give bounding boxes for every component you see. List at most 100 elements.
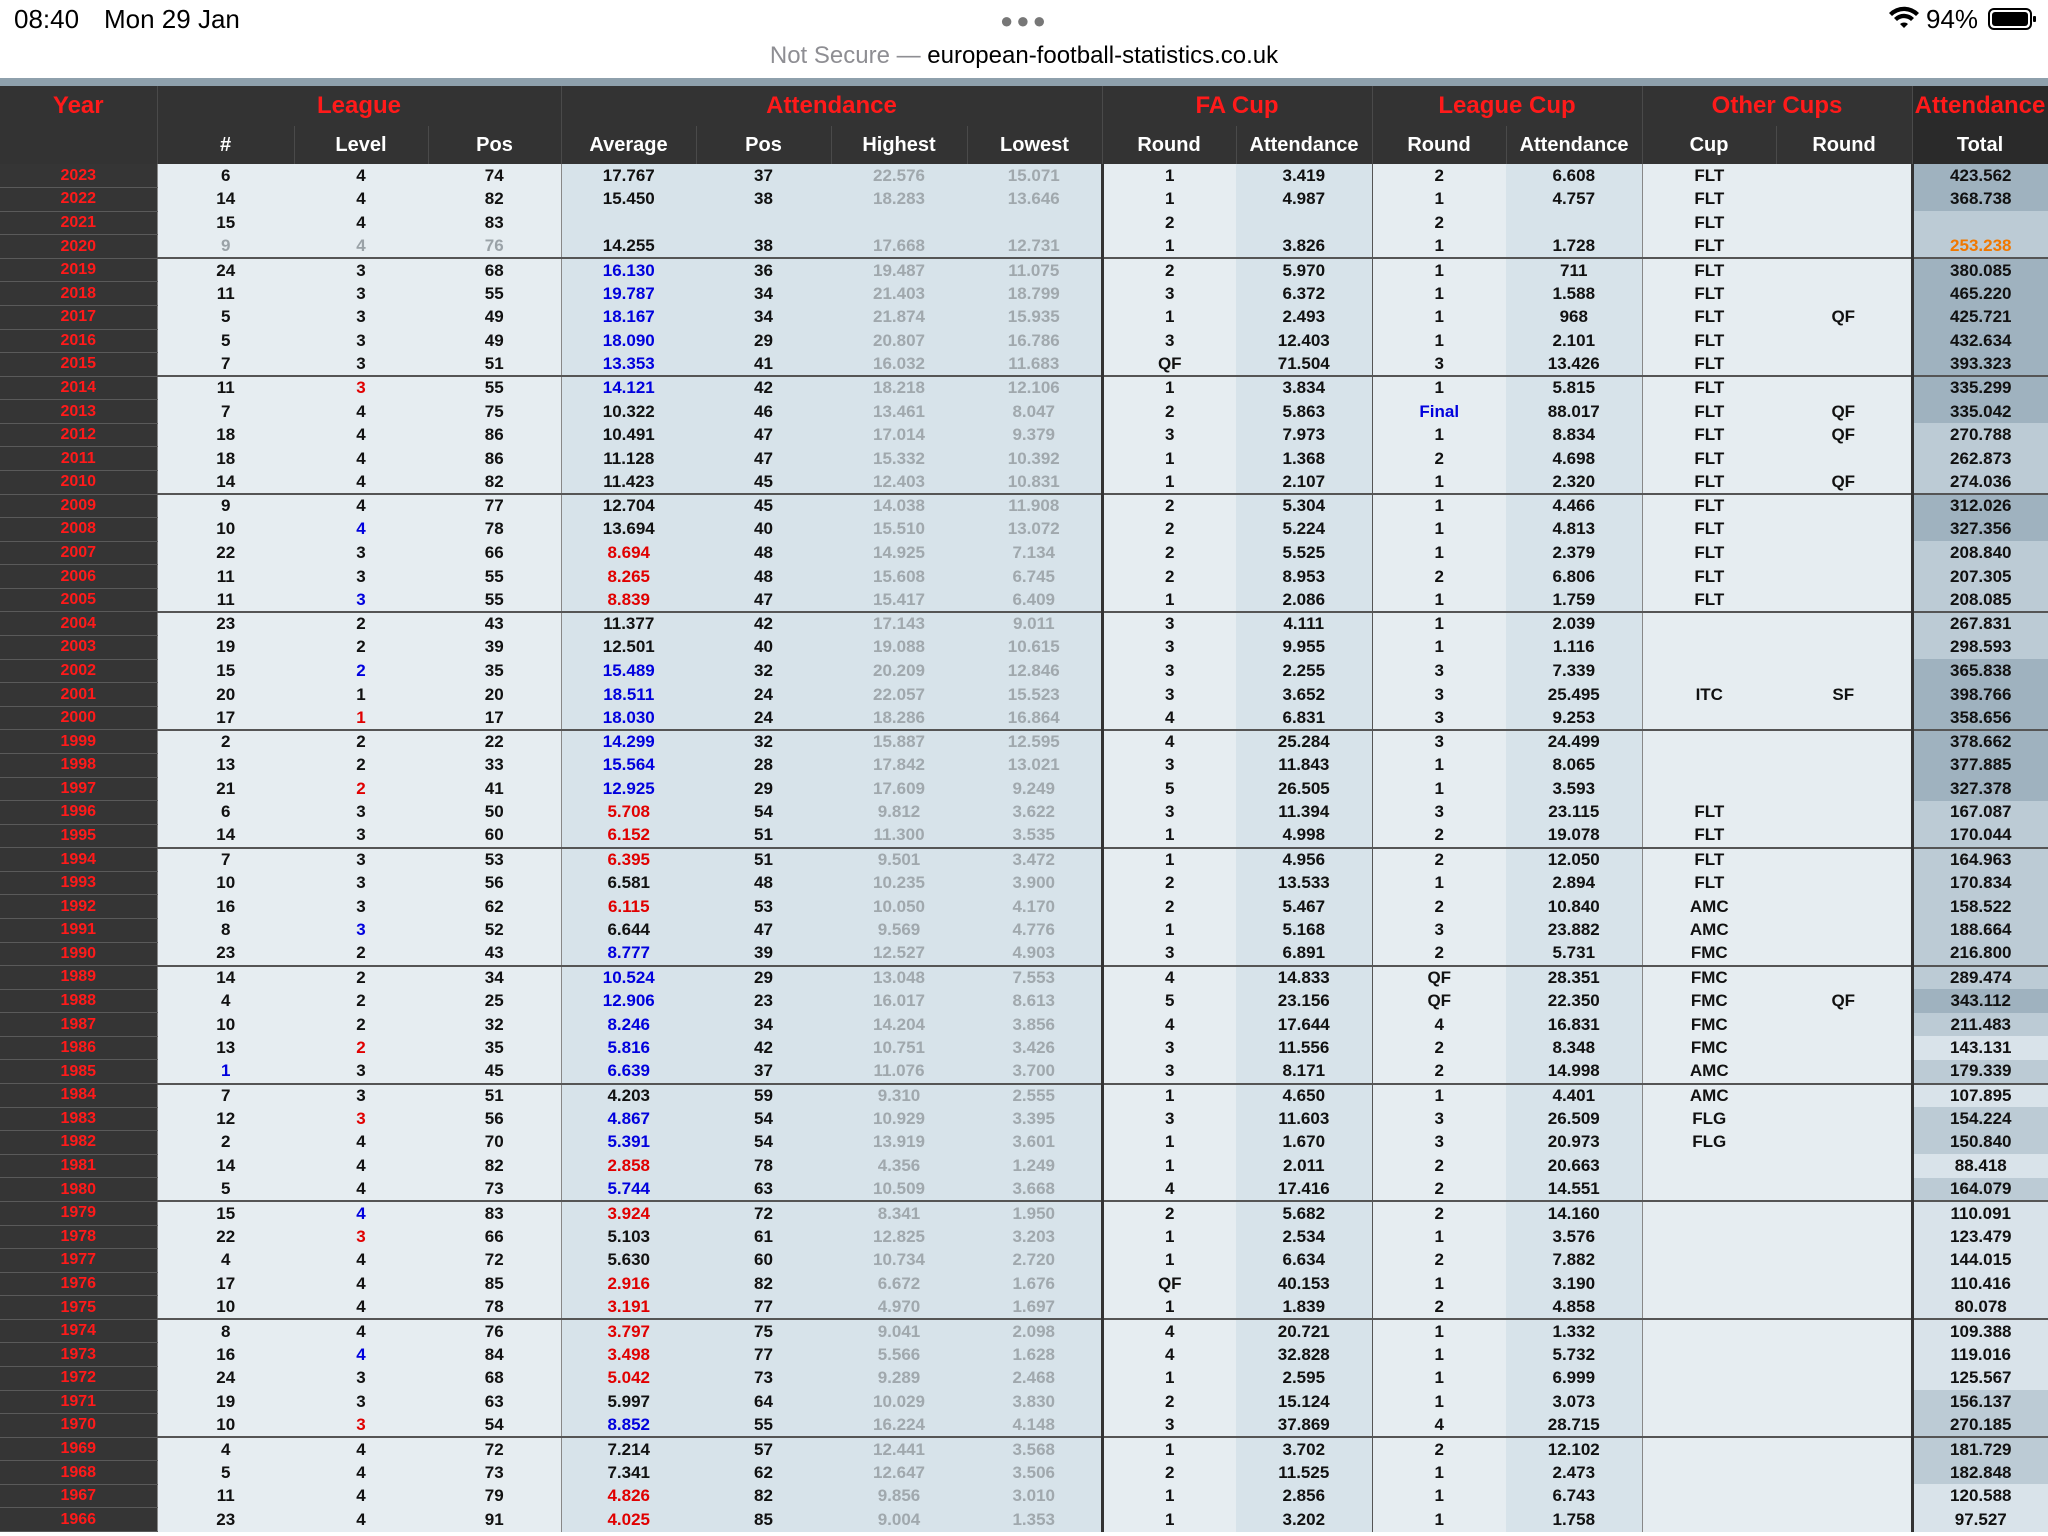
other-cup-cell: FLT [1641,470,1777,495]
league-cup-attendance-cell: 711 [1506,257,1643,282]
year-cell[interactable]: 1998 [0,753,157,778]
year-cell[interactable]: 2018 [0,281,157,306]
total-attendance-cell: 335.299 [1910,375,2048,400]
year-cell[interactable]: 1979 [0,1200,157,1226]
year-cell[interactable]: 1969 [0,1436,157,1462]
league-level-cell: 4 [294,187,428,212]
year-cell[interactable]: 1995 [0,824,157,849]
year-cell[interactable]: 1994 [0,847,157,872]
year-cell[interactable]: 2007 [0,541,157,566]
year-cell[interactable]: 2001 [0,682,157,707]
average-attendance-cell: 14.299 [560,728,696,754]
attendance-pos-cell: 24 [696,682,831,707]
year-cell[interactable]: 1977 [0,1248,157,1273]
year-cell[interactable]: 2000 [0,706,157,731]
year-cell[interactable]: 2004 [0,611,157,637]
other-cup-cell: FMC [1641,1036,1777,1060]
year-cell[interactable]: 2022 [0,187,157,212]
year-cell[interactable]: 2003 [0,635,157,660]
year-cell[interactable]: 2010 [0,470,157,495]
fa-cup-attendance-cell: 23.156 [1236,989,1373,1013]
address-bar[interactable]: Not Secure — european-football-statistic… [0,40,2048,80]
year-cell[interactable]: 1967 [0,1484,157,1509]
year-cell[interactable]: 2012 [0,423,157,448]
year-cell[interactable]: 1997 [0,777,157,802]
year-cell[interactable]: 1986 [0,1036,157,1061]
league-pos-cell: 83 [428,1200,561,1226]
year-cell[interactable]: 2014 [0,375,157,401]
year-cell[interactable]: 2016 [0,329,157,354]
year-cell[interactable]: 1972 [0,1366,157,1391]
total-attendance-cell: 164.963 [1910,846,2048,872]
fa-cup-attendance-cell: 2.595 [1236,1366,1373,1391]
year-cell[interactable]: 2013 [0,399,157,424]
league-number-cell: 7 [156,399,294,424]
year-cell[interactable]: 2011 [0,446,157,472]
year-cell[interactable]: 2021 [0,211,157,236]
other-cup-cell [1641,1507,1777,1532]
year-cell[interactable]: 2006 [0,564,157,589]
year-cell[interactable]: 1975 [0,1295,157,1320]
fa-cup-round-cell: 3 [1100,329,1236,353]
league-pos-cell: 70 [428,1130,561,1155]
fa-cup-attendance-cell [1236,211,1373,235]
year-cell[interactable]: 1988 [0,989,157,1014]
year-cell[interactable]: 1973 [0,1342,157,1367]
year-cell[interactable]: 1968 [0,1460,157,1485]
group-header-league-cup: League Cup [1372,86,1643,126]
league-cup-round-cell: 1 [1371,234,1507,259]
table-row: 2021 15 4 83 2 2 FLT [0,211,2048,236]
average-attendance-cell: 6.644 [560,918,696,943]
league-cup-attendance-cell: 7.882 [1506,1248,1643,1273]
other-cup-round-cell [1776,1130,1913,1155]
league-number-cell: 21 [156,777,294,801]
year-cell[interactable]: 1966 [0,1507,157,1533]
year-cell[interactable]: 1984 [0,1083,157,1108]
year-cell[interactable]: 1980 [0,1177,157,1202]
total-attendance-cell: 216.800 [1910,942,2048,966]
year-cell[interactable]: 1993 [0,871,157,896]
league-cup-attendance-cell: 14.160 [1506,1200,1643,1226]
year-cell[interactable]: 1990 [0,942,157,967]
league-pos-cell: 82 [428,187,561,212]
table-row: 2002 15 2 35 15.489 32 20.209 12.846 3 2.255 3 7.33… [0,659,2048,684]
league-cup-attendance-cell: 24.499 [1506,728,1643,754]
year-cell[interactable]: 1983 [0,1107,157,1132]
multitasking-dots-icon[interactable]: ●●● [1000,8,1049,34]
year-cell[interactable]: 2015 [0,352,157,377]
year-cell[interactable]: 1987 [0,1012,157,1037]
year-cell[interactable]: 2009 [0,493,157,519]
year-cell[interactable]: 1996 [0,800,157,825]
year-cell[interactable]: 1974 [0,1318,157,1344]
year-cell[interactable]: 1981 [0,1154,157,1179]
year-cell[interactable]: 1971 [0,1390,157,1415]
year-cell[interactable]: 1976 [0,1272,157,1297]
year-cell[interactable]: 1991 [0,918,157,943]
league-cup-round-cell: 2 [1371,1295,1507,1320]
total-attendance-cell: 327.356 [1910,517,2048,542]
year-cell[interactable]: 2020 [0,234,157,259]
league-level-cell: 4 [294,1248,428,1273]
year-cell[interactable]: 1978 [0,1225,157,1250]
year-cell[interactable]: 1970 [0,1413,157,1438]
year-cell[interactable]: 1992 [0,894,157,919]
other-cup-round-cell [1776,1036,1913,1060]
average-attendance-cell: 8.852 [560,1413,696,1438]
year-cell[interactable]: 2008 [0,517,157,542]
other-cup-round-cell [1776,541,1913,565]
year-cell[interactable]: 2019 [0,257,157,283]
year-cell[interactable]: 2023 [0,164,157,189]
year-cell[interactable]: 1999 [0,729,157,754]
league-level-cell: 3 [294,1390,428,1414]
highest-attendance-cell: 10.235 [831,871,967,895]
year-cell[interactable]: 2002 [0,659,157,684]
league-number-cell: 22 [156,1225,294,1249]
fa-cup-round-cell: 4 [1100,1342,1236,1367]
league-cup-round-cell: 1 [1371,1225,1507,1249]
other-cup-cell: FLT [1641,588,1777,612]
year-cell[interactable]: 1985 [0,1059,157,1085]
year-cell[interactable]: 2017 [0,305,157,330]
year-cell[interactable]: 1982 [0,1130,157,1155]
year-cell[interactable]: 2005 [0,588,157,613]
year-cell[interactable]: 1989 [0,965,157,990]
